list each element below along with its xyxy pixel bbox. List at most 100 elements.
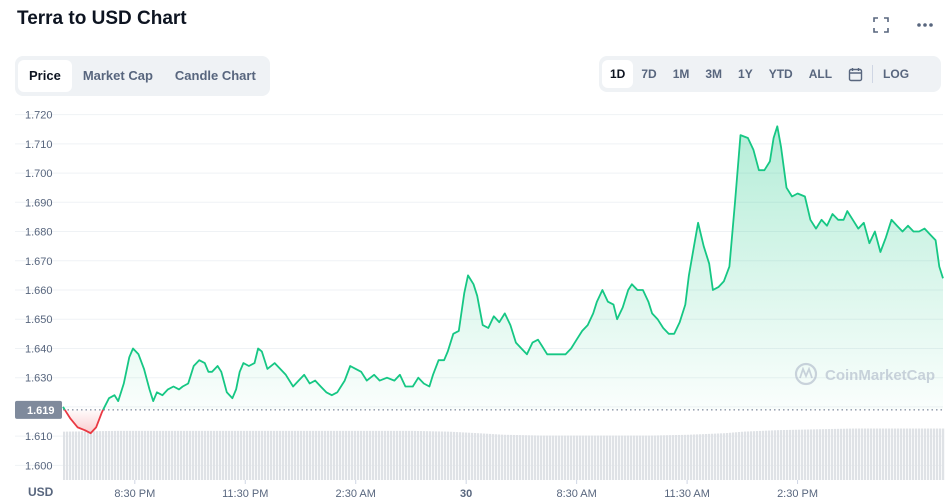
volume-bar <box>135 430 138 480</box>
volume-bar <box>507 434 510 480</box>
volume-bar <box>918 428 921 480</box>
volume-bar <box>651 435 654 480</box>
volume-bar <box>321 430 324 480</box>
volume-bar <box>636 435 639 480</box>
volume-bar <box>75 431 78 480</box>
volume-bar <box>450 431 453 480</box>
volume-bar <box>639 435 642 480</box>
volume-bar <box>558 435 561 480</box>
volume-bar <box>777 430 780 480</box>
volume-bar <box>852 428 855 480</box>
volume-bar <box>471 432 474 480</box>
volume-bar <box>855 428 858 480</box>
volume-bar <box>66 431 69 480</box>
volume-bar <box>102 431 105 480</box>
volume-bar <box>900 428 903 480</box>
volume-bar <box>885 428 888 480</box>
volume-bar <box>444 431 447 480</box>
volume-bar <box>195 430 198 480</box>
volume-bar <box>726 433 729 480</box>
volume-bar <box>774 430 777 480</box>
volume-bar <box>453 431 456 480</box>
volume-bar <box>474 433 477 480</box>
volume-bar <box>396 430 399 480</box>
volume-bar <box>477 433 480 480</box>
volume-bar <box>750 431 753 480</box>
volume-bar <box>660 435 663 480</box>
volume-bar <box>285 430 288 480</box>
volume-bar <box>465 432 468 480</box>
volume-bar <box>723 433 726 480</box>
volume-bar <box>69 431 72 480</box>
volume-bar <box>858 428 861 480</box>
volume-bar <box>864 428 867 480</box>
volume-bar <box>891 428 894 480</box>
volume-bar <box>876 428 879 480</box>
volume-bar <box>699 434 702 480</box>
volume-bar <box>567 435 570 480</box>
volume-bar <box>276 430 279 480</box>
volume-bar <box>171 430 174 480</box>
volume-bar <box>174 430 177 480</box>
volume-bar <box>633 435 636 480</box>
volume-bar <box>177 430 180 480</box>
volume-bar <box>426 431 429 480</box>
x-axis: USD 8:30 PM 11:30 PM 2:30 AM 30 8:30 AM 11:30 … <box>28 480 818 500</box>
volume-bar <box>888 428 891 480</box>
volume-bar <box>270 430 273 480</box>
volume-bar <box>288 430 291 480</box>
volume-bar <box>279 430 282 480</box>
volume-bar <box>378 430 381 480</box>
volume-bar <box>513 434 516 480</box>
volume-bar <box>648 435 651 480</box>
volume-bar <box>624 435 627 480</box>
volume-bar <box>717 433 720 480</box>
volume-bar <box>795 429 798 480</box>
volume-bar <box>303 430 306 480</box>
volume-bar <box>687 434 690 480</box>
price-area <box>62 125 944 435</box>
volume-bar <box>585 435 588 480</box>
volume-bar <box>807 429 810 480</box>
volume-bar <box>141 430 144 480</box>
volume-bar <box>783 429 786 480</box>
volume-bar <box>771 430 774 480</box>
x-tick-label: 2:30 PM <box>777 488 818 500</box>
volume-bar <box>840 428 843 480</box>
volume-bar <box>222 430 225 480</box>
volume-bar <box>600 435 603 480</box>
volume-bar <box>870 428 873 480</box>
volume-bar <box>912 428 915 480</box>
volume-bar <box>756 431 759 480</box>
volume-bar <box>798 429 801 480</box>
volume-bar <box>810 429 813 480</box>
volume-bar <box>570 435 573 480</box>
volume-bar <box>417 430 420 480</box>
volume-bar <box>84 431 87 480</box>
volume-bar <box>423 431 426 480</box>
price-chart[interactable]: CoinMarketCap 1.6001.6101.6201.6301.6401… <box>0 0 950 504</box>
volume-bar <box>933 428 936 480</box>
volume-bar <box>681 434 684 480</box>
volume-bar <box>921 428 924 480</box>
volume-bar <box>360 430 363 480</box>
volume-bar <box>405 430 408 480</box>
volume-bar <box>162 430 165 480</box>
volume-bar <box>201 430 204 480</box>
volume-bar <box>282 430 285 480</box>
volume-bar <box>720 433 723 480</box>
volume-bar <box>126 430 129 480</box>
volume-bar <box>372 430 375 480</box>
volume-bar <box>399 430 402 480</box>
volume-bar <box>147 430 150 480</box>
volume-bar <box>915 428 918 480</box>
volume-bar <box>459 432 462 480</box>
volume-bar <box>846 428 849 480</box>
volume-bar <box>330 430 333 480</box>
volume-bar <box>657 435 660 480</box>
volume-bar <box>348 430 351 480</box>
volume-bar <box>792 429 795 480</box>
volume-bar <box>345 430 348 480</box>
volume-bar <box>555 435 558 480</box>
volume-bar <box>696 434 699 480</box>
